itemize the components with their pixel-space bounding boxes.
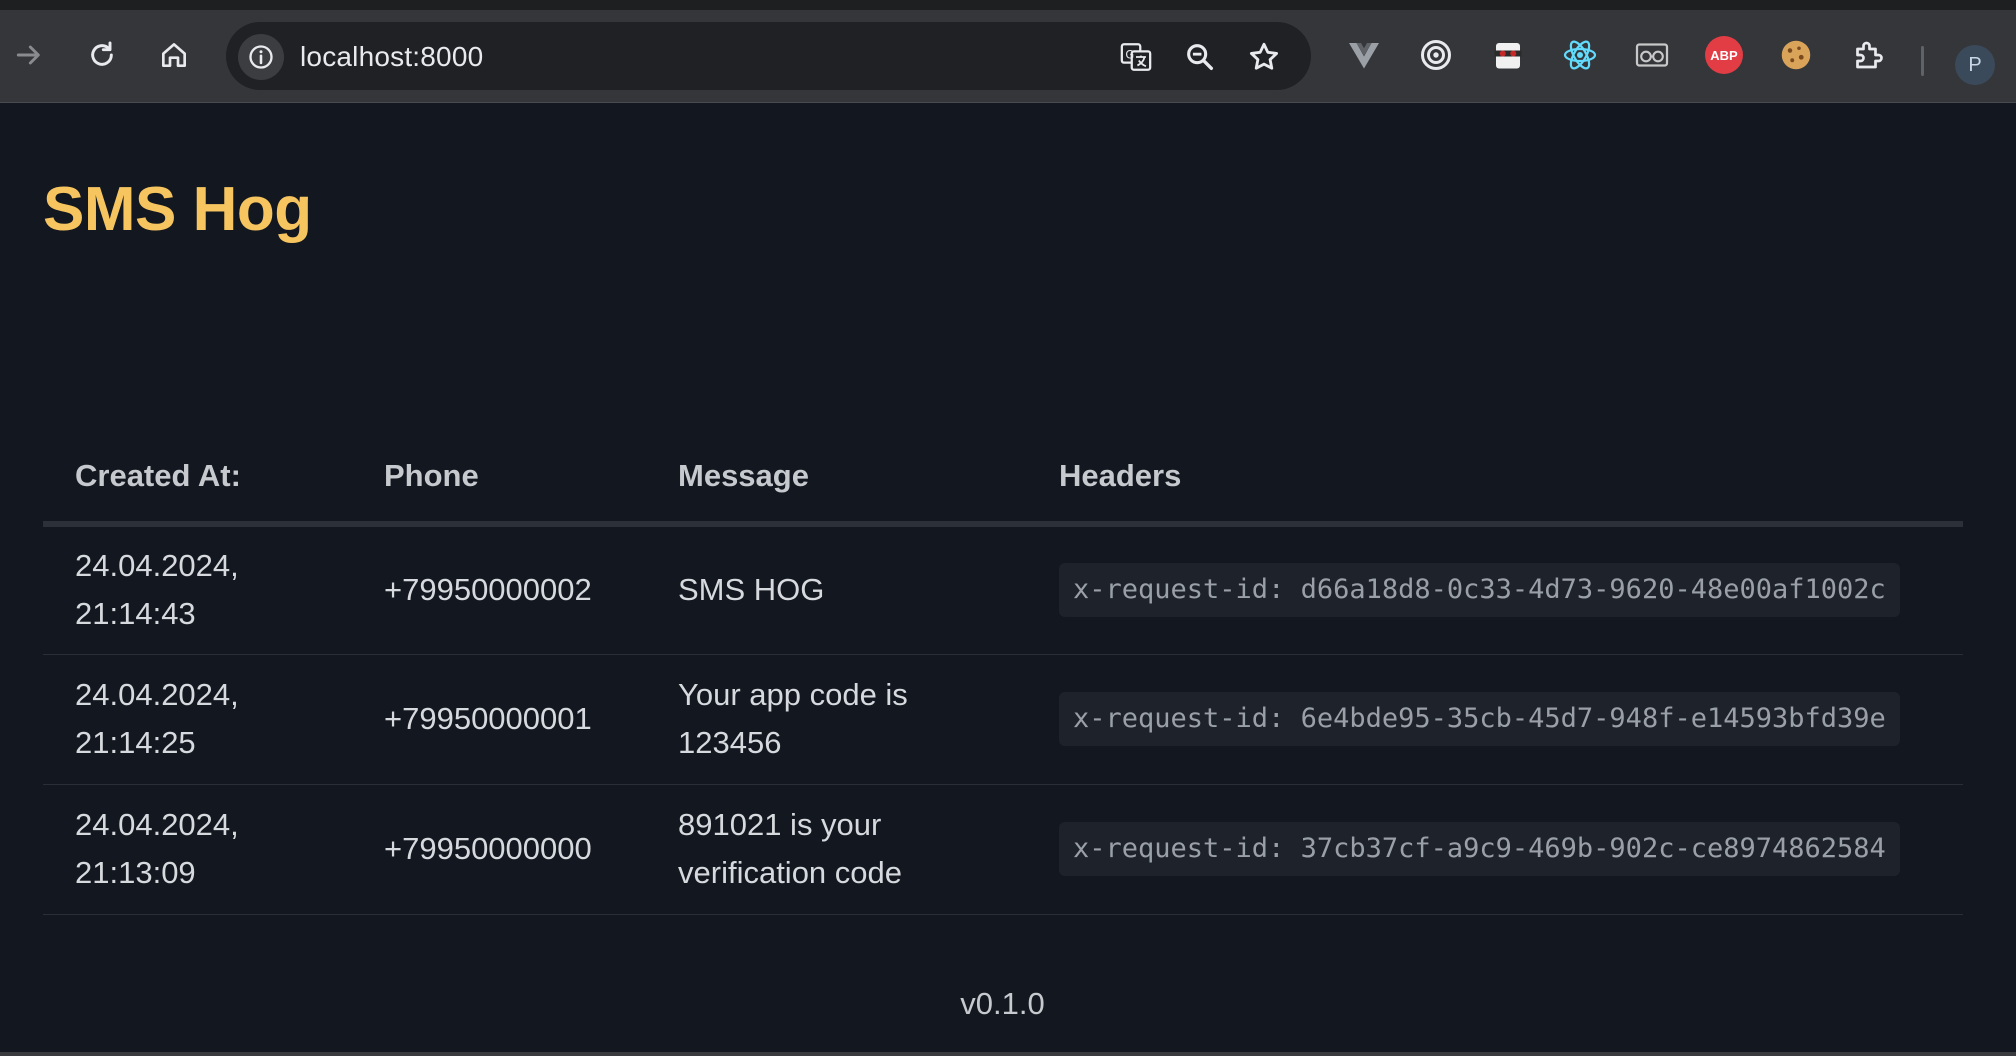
abp-icon: ABP (1705, 36, 1743, 74)
column-header-phone: Phone (352, 430, 646, 527)
window-bottom-border (0, 1052, 2016, 1056)
table-row: 24.04.2024, 21:13:09 +79950000000 891021… (43, 784, 1963, 915)
extension-target[interactable] (1415, 34, 1457, 76)
headers-cell: x-request-id: 6e4bde95-35cb-45d7-948f-e1… (1027, 654, 1963, 785)
home-button[interactable] (149, 30, 199, 80)
zoom-button[interactable] (1180, 37, 1220, 77)
created-time: 21:14:43 (75, 596, 196, 632)
reload-button[interactable] (77, 30, 127, 80)
message-text: Your app code is 123456 (678, 677, 908, 760)
translate-icon: G (1120, 43, 1152, 71)
svg-text:G: G (1125, 47, 1134, 61)
column-header-headers: Headers (1027, 430, 1963, 527)
column-header-message: Message (646, 430, 1027, 527)
headers-cell: x-request-id: d66a18d8-0c33-4d73-9620-48… (1027, 524, 1963, 655)
extension-react-devtools[interactable] (1559, 34, 1601, 76)
bookmark-button[interactable] (1244, 37, 1284, 77)
extension-cookie[interactable] (1775, 34, 1817, 76)
info-icon (249, 45, 273, 69)
url-text[interactable]: localhost:8000 (300, 41, 483, 73)
message-cell: Your app code is 123456 (646, 654, 1027, 785)
toolbar-divider (1921, 46, 1924, 76)
extension-incognito[interactable] (1487, 34, 1529, 76)
glasses-icon (1635, 43, 1669, 67)
target-icon (1421, 40, 1451, 70)
zoom-out-icon (1187, 44, 1214, 71)
forward-button[interactable] (4, 30, 54, 80)
profile-avatar[interactable]: P (1955, 45, 1995, 85)
vue-icon (1349, 43, 1379, 69)
table-row: 24.04.2024, 21:14:43 +79950000002 SMS HO… (43, 524, 1963, 655)
puzzle-icon (1856, 41, 1883, 69)
home-icon (162, 43, 186, 67)
cookie-icon (1781, 40, 1811, 70)
extensions-menu-button[interactable] (1847, 34, 1889, 76)
phone-cell: +79950000000 (352, 784, 646, 915)
page-content: SMS Hog Created At: Phone Message Header… (0, 104, 2016, 1052)
translate-button[interactable]: G (1116, 37, 1156, 77)
headers-cell: x-request-id: 37cb37cf-a9c9-469b-902c-ce… (1027, 784, 1963, 915)
sms-table: Created At: Phone Message Headers 24.04.… (43, 430, 1963, 915)
extension-vue-devtools[interactable] (1343, 34, 1385, 76)
created-at-cell: 24.04.2024, 21:14:43 (43, 524, 352, 655)
extension-adblock-plus[interactable]: ABP (1703, 34, 1745, 76)
browser-toolbar: localhost:8000 G ABP P (0, 10, 2016, 103)
incognito-icon (1494, 43, 1522, 69)
app-version: v0.1.0 (960, 986, 1045, 1021)
page-title: SMS Hog (43, 175, 312, 244)
star-icon (1249, 42, 1279, 70)
created-time: 21:14:25 (75, 725, 196, 760)
phone-cell: +79950000002 (352, 524, 646, 655)
created-at-cell: 24.04.2024, 21:14:25 (43, 654, 352, 785)
message-text: 891021 is your verification code (678, 807, 903, 890)
request-id-code: x-request-id: 37cb37cf-a9c9-469b-902c-ce… (1059, 822, 1900, 876)
created-at-cell: 24.04.2024, 21:13:09 (43, 784, 352, 915)
site-info-button[interactable] (238, 34, 284, 80)
extension-reader[interactable] (1631, 34, 1673, 76)
message-cell: SMS HOG (646, 524, 1027, 655)
address-bar[interactable]: localhost:8000 G (226, 22, 1311, 90)
created-date: 24.04.2024, (75, 807, 239, 842)
table-header-row: Created At: Phone Message Headers (43, 430, 1963, 527)
table-row: 24.04.2024, 21:14:25 +79950000001 Your a… (43, 654, 1963, 785)
created-time: 21:13:09 (75, 855, 196, 890)
created-date: 24.04.2024, (75, 677, 239, 712)
request-id-code: x-request-id: 6e4bde95-35cb-45d7-948f-e1… (1059, 692, 1900, 746)
request-id-code: x-request-id: d66a18d8-0c33-4d73-9620-48… (1059, 563, 1900, 618)
message-text: SMS HOG (678, 572, 825, 608)
forward-arrow-icon (16, 45, 40, 65)
phone-cell: +79950000001 (352, 654, 646, 785)
column-header-created-at: Created At: (43, 430, 352, 527)
browser-tab-strip (0, 0, 2016, 10)
reload-icon (91, 41, 113, 66)
react-icon (1563, 40, 1597, 70)
message-cell: 891021 is your verification code (646, 784, 1027, 915)
created-date: 24.04.2024, (75, 548, 239, 584)
